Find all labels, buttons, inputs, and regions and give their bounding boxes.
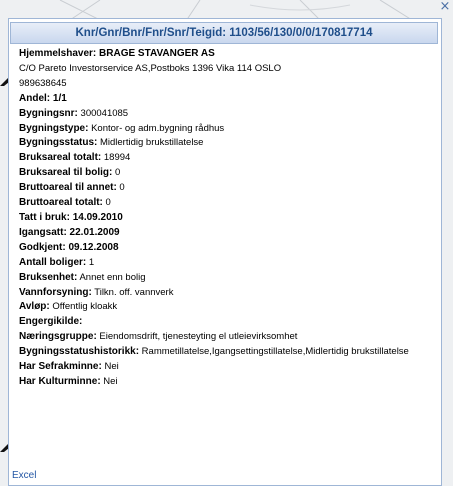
field-label: Avløp:	[19, 301, 50, 313]
field-antall-boliger: Antall boliger: 1	[19, 256, 439, 271]
owner-address: C/O Pareto Investorservice AS,Postboks 1…	[19, 62, 282, 74]
field-label: Bruksareal totalt:	[19, 152, 102, 164]
field-godkjent: Godkjent: 09.12.2008	[19, 241, 439, 256]
owner-number: 989638645	[19, 77, 67, 89]
field-value: Kontor- og adm.bygning rådhus	[88, 122, 225, 134]
field-label: Bygningstype:	[19, 122, 89, 134]
field-vannforsyning: Vannforsyning: Tilkn. off. vannverk	[19, 286, 439, 301]
field-bygningstype: Bygningstype: Kontor- og adm.bygning råd…	[19, 122, 439, 137]
field-label: Engergikilde:	[19, 316, 83, 328]
field-value: 300041085	[77, 107, 129, 119]
field-label: Antall boliger:	[19, 256, 87, 268]
field-label: Har Sefrakminne:	[19, 361, 102, 373]
field-value: 09.12.2008	[65, 241, 119, 253]
field-bruttoareal-totalt: Bruttoareal totalt: 0	[19, 196, 439, 211]
field-label: Godkjent:	[19, 241, 66, 253]
field-label: Bruksareal til bolig:	[19, 167, 113, 179]
field-bruttoareal-annet: Bruttoareal til annet: 0	[19, 181, 439, 196]
field-value: 0	[102, 197, 111, 209]
field-value: Eiendomsdrift, tjenesteyting el utleievi…	[96, 331, 298, 343]
property-details: Hjemmelshaver: BRAGE STAVANGER AS C/O Pa…	[19, 47, 439, 390]
field-igangsatt: Igangsatt: 22.01.2009	[19, 226, 439, 241]
field-label: Tatt i bruk:	[19, 211, 70, 223]
field-label: Igangsatt:	[19, 226, 67, 238]
field-label: Bruksenhet:	[19, 271, 78, 283]
share-label: Andel: 1/1	[19, 92, 67, 104]
field-label: Bygningsstatushistorikk:	[19, 346, 140, 358]
field-value: 0	[112, 167, 121, 179]
owner-label: Hjemmelshaver: BRAGE STAVANGER AS	[19, 48, 215, 59]
field-value: 14.09.2010	[69, 211, 123, 223]
field-value: Annet enn bolig	[77, 271, 146, 283]
field-statushistorikk: Bygningsstatushistorikk: Rammetillatelse…	[19, 345, 429, 360]
field-value: Nei	[101, 361, 119, 373]
field-value: Tilkn. off. vannverk	[91, 286, 174, 298]
field-value: Rammetillatelse,Igangsettingstillatelse,…	[139, 346, 409, 358]
excel-link[interactable]: Excel	[12, 470, 36, 481]
field-bruksareal-totalt: Bruksareal totalt: 18994	[19, 151, 439, 166]
field-tatt-i-bruk: Tatt i bruk: 14.09.2010	[19, 211, 439, 226]
field-energikilde: Engergikilde:	[19, 315, 439, 330]
field-value: Nei	[100, 375, 118, 387]
popup-title: Knr/Gnr/Bnr/Fnr/Snr/Teigid: 1103/56/130/…	[10, 22, 438, 44]
field-label: Bruttoareal til annet:	[19, 182, 117, 194]
field-label: Vannforsyning:	[19, 286, 92, 298]
field-bruksenhet: Bruksenhet: Annet enn bolig	[19, 271, 439, 286]
field-value: Offentlig kloakk	[49, 301, 118, 313]
field-kulturminne: Har Kulturminne: Nei	[19, 375, 439, 390]
field-value: 22.01.2009	[66, 226, 120, 238]
field-value: 1	[86, 256, 95, 268]
field-value: 18994	[101, 152, 131, 164]
field-bygningsnr: Bygningsnr: 300041085	[19, 107, 439, 122]
field-value: Midlertidig brukstillatelse	[97, 137, 204, 149]
field-label: Bruttoareal totalt:	[19, 197, 103, 209]
field-label: Næringsgruppe:	[19, 331, 97, 343]
field-avlop: Avløp: Offentlig kloakk	[19, 300, 439, 315]
field-sefrakminne: Har Sefrakminne: Nei	[19, 360, 439, 375]
field-naeringsgruppe: Næringsgruppe: Eiendomsdrift, tjenesteyt…	[19, 330, 439, 345]
field-label: Har Kulturminne:	[19, 375, 101, 387]
field-label: Bygningsnr:	[19, 107, 78, 119]
field-value: 0	[116, 182, 125, 194]
close-icon[interactable]: ×	[438, 0, 452, 14]
field-label: Bygningsstatus:	[19, 137, 98, 149]
field-bruksareal-bolig: Bruksareal til bolig: 0	[19, 166, 439, 181]
field-bygningsstatus: Bygningsstatus: Midlertidig brukstillate…	[19, 136, 439, 151]
